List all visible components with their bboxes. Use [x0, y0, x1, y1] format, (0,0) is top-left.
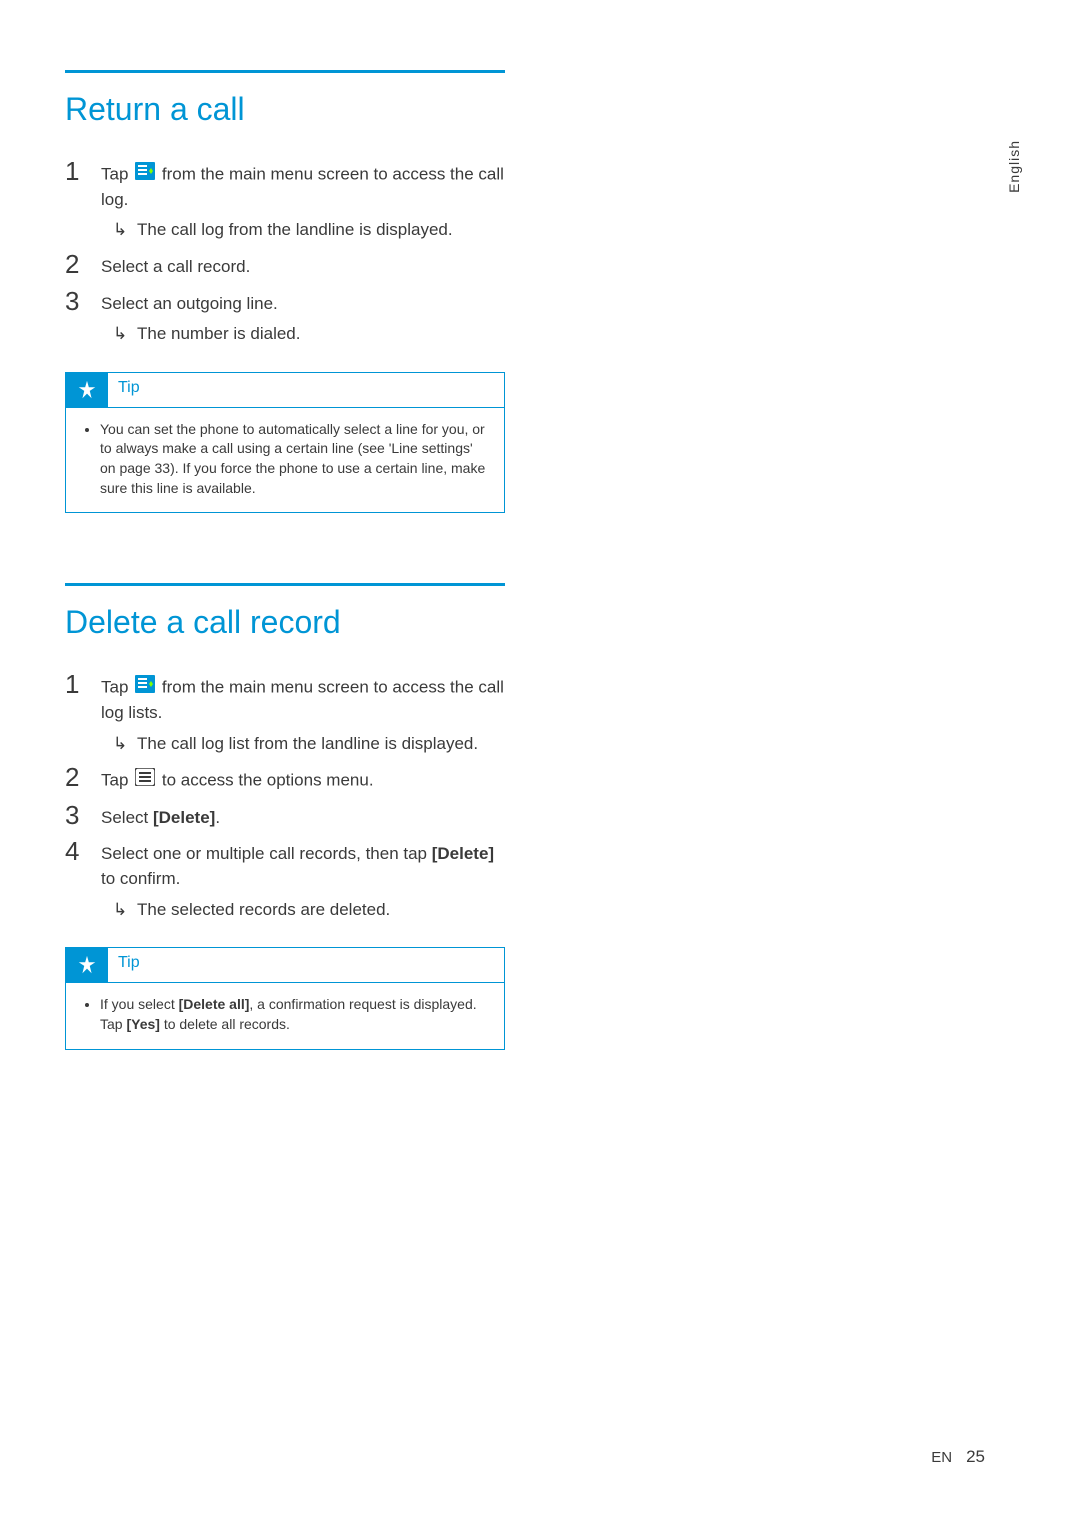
step-text-pre: Tap	[101, 164, 133, 183]
options-menu-icon	[135, 768, 155, 794]
step-item: 2 Tap to access the options menu.	[65, 764, 505, 794]
step-item: 1 Tap from the main menu screen to acces…	[65, 158, 505, 243]
step-text-post: to confirm.	[101, 869, 180, 888]
step-text-post: from the main menu screen to access the …	[101, 164, 504, 208]
tip-text: You can set the phone to automatically s…	[100, 420, 490, 498]
step-text-pre: Tap	[101, 678, 133, 697]
result-item: ↳ The call log from the landline is disp…	[101, 218, 505, 243]
tip-text: If you select [Delete all], a confirmati…	[100, 995, 490, 1034]
call-log-icon	[135, 675, 155, 701]
step-item: 3 Select an outgoing line. ↳ The number …	[65, 288, 505, 347]
step-number: 2	[65, 764, 101, 790]
section-rule	[65, 70, 505, 73]
step-body: Select a call record.	[101, 251, 505, 280]
section-title-delete-record: Delete a call record	[65, 604, 505, 641]
step-text-post: .	[215, 808, 220, 827]
result-arrow-icon: ↳	[113, 322, 137, 347]
footer-lang: EN	[931, 1449, 952, 1466]
step-body: Tap to access the options menu.	[101, 764, 505, 794]
tip-label: Tip	[108, 373, 150, 407]
result-text: The number is dialed.	[137, 322, 300, 347]
step-number: 4	[65, 838, 101, 864]
step-text: Select an outgoing line.	[101, 294, 278, 313]
content-column: Return a call 1 Tap from the main menu s…	[65, 70, 505, 1050]
result-text: The selected records are deleted.	[137, 898, 390, 923]
step-text-post: to access the options menu.	[157, 770, 373, 789]
step-body: Select [Delete].	[101, 802, 505, 831]
language-tab: English	[1006, 140, 1022, 193]
section-rule	[65, 583, 505, 586]
tip-box: Tip If you select [Delete all], a confir…	[65, 947, 505, 1049]
step-number: 3	[65, 288, 101, 314]
tip-body: If you select [Delete all], a confirmati…	[66, 983, 504, 1048]
tip-header: Tip	[66, 948, 504, 983]
result-item: ↳ The selected records are deleted.	[101, 898, 505, 923]
step-text: Select a call record.	[101, 257, 250, 276]
tip-header: Tip	[66, 373, 504, 408]
step-item: 3 Select [Delete].	[65, 802, 505, 831]
tip-icon	[66, 373, 108, 407]
page-footer: EN 25	[931, 1447, 985, 1467]
step-list: 1 Tap from the main menu screen to acces…	[65, 671, 505, 922]
step-text-pre: Select one or multiple call records, the…	[101, 844, 432, 863]
step-number: 1	[65, 158, 101, 184]
step-body: Tap from the main menu screen to access …	[101, 671, 505, 756]
result-list: ↳ The call log from the landline is disp…	[101, 218, 505, 243]
step-list: 1 Tap from the main menu screen to acces…	[65, 158, 505, 347]
result-arrow-icon: ↳	[113, 732, 137, 757]
tip-icon	[66, 948, 108, 982]
tip-body: You can set the phone to automatically s…	[66, 408, 504, 512]
step-body: Tap from the main menu screen to access …	[101, 158, 505, 243]
step-item: 2 Select a call record.	[65, 251, 505, 280]
result-list: ↳ The call log list from the landline is…	[101, 732, 505, 757]
call-log-icon	[135, 162, 155, 188]
section-title-return-call: Return a call	[65, 91, 505, 128]
step-body: Select an outgoing line. ↳ The number is…	[101, 288, 505, 347]
step-item: 4 Select one or multiple call records, t…	[65, 838, 505, 922]
result-arrow-icon: ↳	[113, 218, 137, 243]
result-text: The call log from the landline is displa…	[137, 218, 453, 243]
step-item: 1 Tap from the main menu screen to acces…	[65, 671, 505, 756]
step-number: 1	[65, 671, 101, 697]
step-text-bold: [Delete]	[432, 844, 494, 863]
result-list: ↳ The number is dialed.	[101, 322, 505, 347]
step-text-post: from the main menu screen to access the …	[101, 678, 504, 722]
result-list: ↳ The selected records are deleted.	[101, 898, 505, 923]
step-number: 2	[65, 251, 101, 277]
step-text-pre: Tap	[101, 770, 133, 789]
step-text-bold: [Delete]	[153, 808, 215, 827]
footer-page-number: 25	[966, 1447, 985, 1467]
step-number: 3	[65, 802, 101, 828]
tip-label: Tip	[108, 948, 150, 982]
result-item: ↳ The call log list from the landline is…	[101, 732, 505, 757]
step-body: Select one or multiple call records, the…	[101, 838, 505, 922]
result-text: The call log list from the landline is d…	[137, 732, 478, 757]
result-item: ↳ The number is dialed.	[101, 322, 505, 347]
step-text-pre: Select	[101, 808, 153, 827]
tip-box: Tip You can set the phone to automatical…	[65, 372, 505, 513]
result-arrow-icon: ↳	[113, 898, 137, 923]
